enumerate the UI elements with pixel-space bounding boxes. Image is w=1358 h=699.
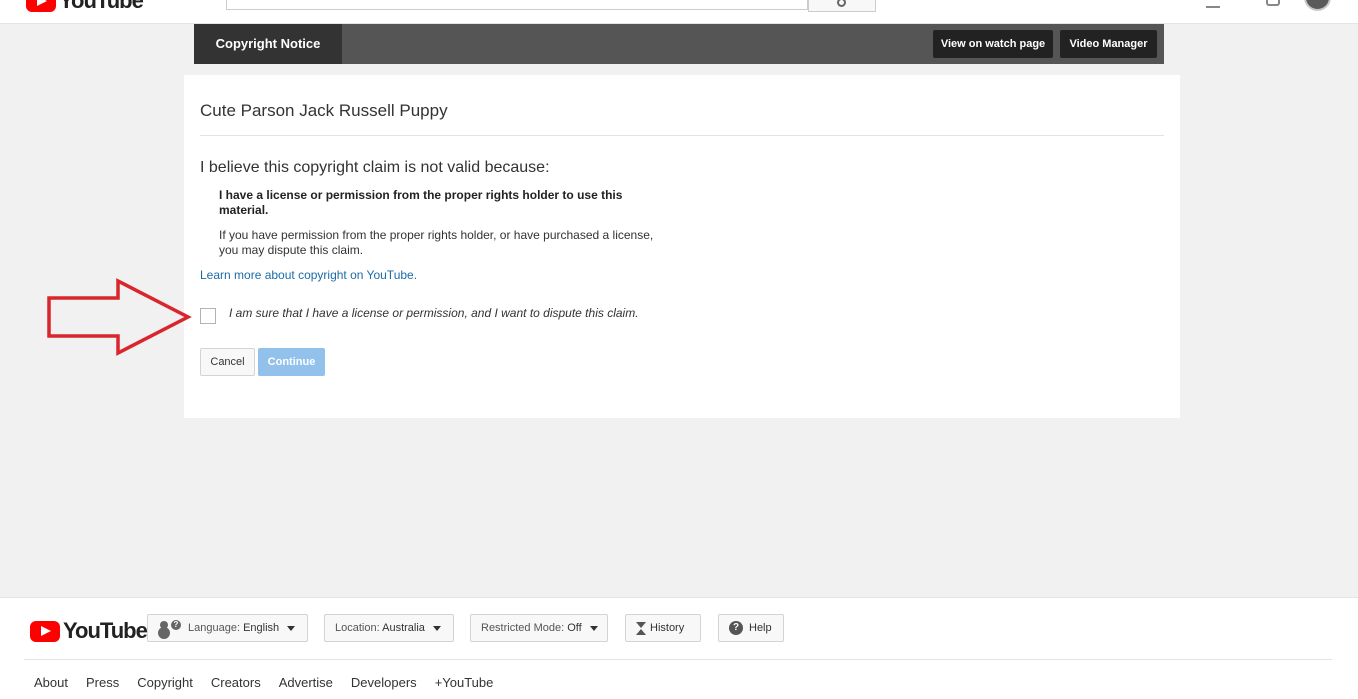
footer-youtube-logo[interactable]: YouTube xyxy=(30,618,148,644)
language-label: Language: xyxy=(188,622,240,634)
confirm-dispute-checkbox[interactable] xyxy=(200,308,216,324)
copyright-tab-bar: Copyright Notice View on watch page Vide… xyxy=(194,24,1164,64)
history-label: History xyxy=(650,622,685,634)
account-avatar[interactable] xyxy=(1304,0,1331,11)
search-button[interactable] xyxy=(808,0,876,12)
selected-reason: I have a license or permission from the … xyxy=(219,188,623,217)
location-label: Location: xyxy=(335,622,380,634)
notifications-bell-icon[interactable] xyxy=(1266,0,1280,6)
restricted-mode-picker[interactable]: Restricted Mode: Off xyxy=(470,614,608,642)
footer-link-copyright[interactable]: Copyright xyxy=(137,675,193,690)
help-label: Help xyxy=(749,622,772,634)
footer-link-press[interactable]: Press xyxy=(86,675,119,690)
language-picker[interactable]: Language: English xyxy=(147,614,308,642)
youtube-play-icon xyxy=(30,620,60,642)
annotation-arrow xyxy=(47,278,192,356)
tab-copyright-notice[interactable]: Copyright Notice xyxy=(194,24,342,64)
footer-divider xyxy=(24,659,1332,660)
help-button[interactable]: ? Help xyxy=(718,614,784,642)
search-icon xyxy=(837,0,846,7)
dispute-card: Cute Parson Jack Russell Puppy I believe… xyxy=(184,75,1180,418)
caret-down-icon xyxy=(432,625,441,631)
youtube-logo[interactable]: YouTube xyxy=(26,0,144,14)
reason-description: If you have permission from the proper r… xyxy=(219,228,654,257)
upload-icon[interactable] xyxy=(1206,0,1220,8)
footer-link-plus-youtube[interactable]: +YouTube xyxy=(435,675,494,690)
footer-link-creators[interactable]: Creators xyxy=(211,675,261,690)
annotation-arrow-shape xyxy=(47,278,192,356)
cancel-button[interactable]: Cancel xyxy=(200,348,255,376)
claim-heading: I believe this copyright claim is not va… xyxy=(200,159,550,176)
footer-link-about[interactable]: About xyxy=(34,675,68,690)
footer-link-advertise[interactable]: Advertise xyxy=(279,675,333,690)
help-icon: ? xyxy=(729,621,743,636)
video-manager-button[interactable]: Video Manager xyxy=(1060,30,1157,58)
search-input[interactable]: Search xyxy=(226,0,808,10)
title-divider xyxy=(200,135,1164,136)
history-button[interactable]: History xyxy=(625,614,701,642)
caret-down-icon xyxy=(589,625,598,631)
footer: YouTube Language: English Location: Aust… xyxy=(0,597,1358,699)
youtube-logo-text: YouTube xyxy=(59,0,144,13)
location-value: Australia xyxy=(382,622,425,634)
confirm-dispute-label[interactable]: I am sure that I have a license or permi… xyxy=(229,306,639,320)
restricted-mode-value: Off xyxy=(567,622,582,634)
footer-link-developers[interactable]: Developers xyxy=(351,675,417,690)
language-icon xyxy=(158,620,182,635)
youtube-play-icon xyxy=(26,0,56,12)
video-title: Cute Parson Jack Russell Puppy xyxy=(200,101,448,120)
masthead: YouTube Search xyxy=(0,0,1358,24)
language-value: English xyxy=(243,622,280,634)
continue-button[interactable]: Continue xyxy=(258,348,325,376)
hourglass-icon xyxy=(636,621,646,635)
location-picker[interactable]: Location: Australia xyxy=(324,614,454,642)
view-on-watch-page-button[interactable]: View on watch page xyxy=(933,30,1053,58)
restricted-mode-label: Restricted Mode: xyxy=(481,622,565,634)
caret-down-icon xyxy=(287,625,296,631)
learn-more-copyright-link[interactable]: Learn more about copyright on YouTube. xyxy=(200,268,417,282)
footer-links: About Press Copyright Creators Advertise… xyxy=(34,675,493,690)
footer-logo-text: YouTube xyxy=(63,618,148,643)
